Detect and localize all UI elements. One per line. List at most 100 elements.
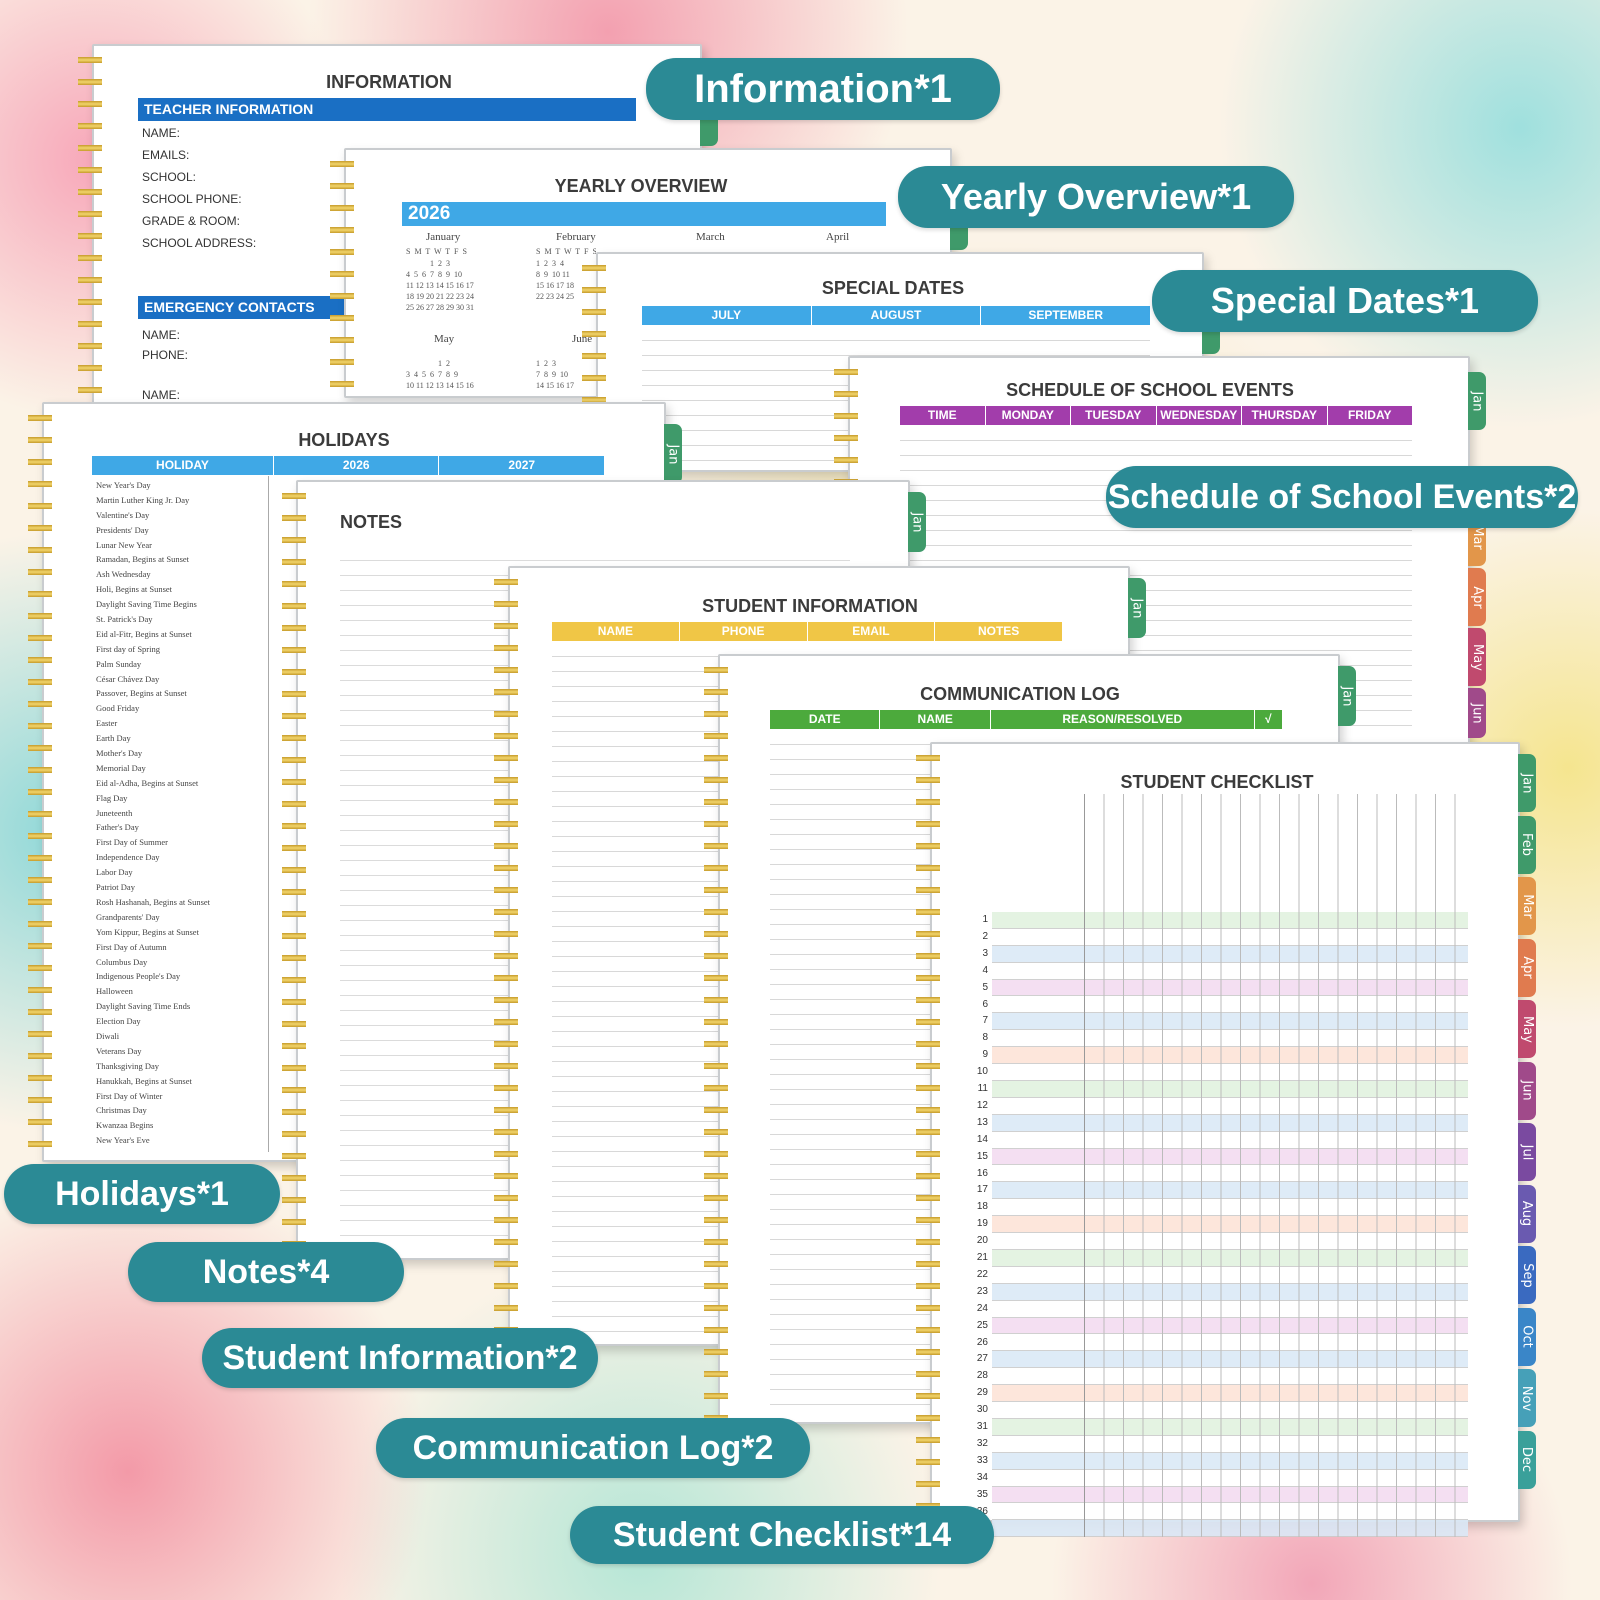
- month-name: January: [426, 231, 461, 243]
- month-tab-jul[interactable]: Jul: [1518, 1123, 1536, 1181]
- month-tab-jan[interactable]: Jan: [908, 492, 926, 552]
- info-field-label: SCHOOL PHONE:: [142, 192, 242, 206]
- spiral-binding: [78, 46, 102, 402]
- month-tab-oct[interactable]: Oct: [1518, 1307, 1536, 1366]
- holiday-item: Eid al-Adha, Begins at Sunset: [96, 777, 199, 788]
- column-header: NAME: [552, 622, 680, 641]
- row-number: 16: [976, 1167, 988, 1179]
- month-tab-jan[interactable]: Jan: [1128, 578, 1146, 638]
- holiday-item: Eid al-Fitr, Begins at Sunset: [96, 628, 192, 639]
- month-tab-jun[interactable]: Jun: [1468, 688, 1486, 738]
- row-number: 11: [977, 1083, 988, 1094]
- page-title: COMMUNICATION LOG: [920, 684, 1120, 704]
- column-header: NAME: [880, 710, 991, 729]
- calendar-week: 1 2: [406, 359, 450, 368]
- emergency-field-label: PHONE:: [142, 348, 189, 362]
- month-tab-mar[interactable]: Mar: [1518, 877, 1536, 935]
- month-tab-aug[interactable]: Aug: [1518, 1184, 1536, 1243]
- holiday-item: Father's Day: [96, 822, 139, 833]
- column-header: PHONE: [680, 622, 808, 641]
- month-tab-sep[interactable]: Sep: [1518, 1246, 1536, 1304]
- row-number: 28: [976, 1370, 988, 1382]
- page-title: INFORMATION: [326, 72, 452, 92]
- month-tab-jun[interactable]: Jun: [1518, 1061, 1536, 1120]
- column-header: JULY: [642, 306, 812, 325]
- month-tab-dec[interactable]: Dec: [1518, 1430, 1536, 1489]
- calendar-week: 25 26 27 28 29 30 31: [406, 303, 474, 312]
- month-tab-may[interactable]: May: [1518, 1000, 1536, 1058]
- holiday-item: Presidents' Day: [96, 524, 149, 535]
- info-field-label: SCHOOL:: [142, 170, 197, 184]
- holiday-item: Halloween: [96, 986, 133, 997]
- holiday-item: Valentine's Day: [96, 509, 150, 520]
- row-number: 23: [976, 1285, 988, 1297]
- row-number: 34: [976, 1471, 988, 1483]
- holiday-item: Daylight Saving Time Begins: [96, 599, 197, 610]
- holiday-item: Palm Sunday: [96, 658, 142, 669]
- label-special-dates: Special Dates*1: [1152, 270, 1538, 332]
- column-header: WEDNESDAY: [1157, 406, 1242, 425]
- row-number: 3: [982, 947, 988, 959]
- label-information: Information*1: [646, 58, 1000, 120]
- calendar-week: 3 4 5 6 7 8 9: [406, 370, 458, 379]
- month-tab-label: Nov: [1519, 1385, 1535, 1411]
- month-tab-label: Dec: [1519, 1446, 1535, 1473]
- page-title: HOLIDAYS: [298, 430, 390, 450]
- holiday-item: Election Day: [96, 1016, 141, 1027]
- schedule-header: TIME MONDAY TUESDAY WEDNESDAY THURSDAY FRIDAY: [900, 406, 1412, 425]
- row-number: 12: [976, 1099, 988, 1111]
- spiral-binding: [28, 404, 52, 1160]
- teacher-info-header: TEACHER INFORMATION: [138, 98, 636, 121]
- month-tab-apr[interactable]: Apr: [1468, 568, 1486, 626]
- special-dates-header: JULY AUGUST SEPTEMBER: [642, 306, 1150, 325]
- spiral-binding: [916, 744, 940, 1520]
- month-tab-jan[interactable]: Jan: [1518, 754, 1536, 812]
- month-tab-label: Apr: [1469, 585, 1485, 609]
- page-title: NOTES: [340, 512, 403, 532]
- row-number: 2: [982, 930, 988, 942]
- month-tab-label: Mar: [1469, 524, 1485, 550]
- label-student-checklist: Student Checklist*14: [570, 1506, 994, 1564]
- row-number: 7: [982, 1015, 988, 1027]
- month-tab-jan[interactable]: Jan: [664, 424, 682, 484]
- holiday-item: First Day of Autumn: [96, 941, 167, 952]
- row-number: 9: [982, 1049, 988, 1061]
- row-number: 13: [976, 1116, 988, 1128]
- holiday-item: Christmas Day: [96, 1105, 147, 1116]
- checklist-grid: 1 2 3 4 5 6 7 8 9 10 11 12 13 14 15 16 17 18 19 20 21 22 23 24 2…: [950, 794, 1470, 1538]
- column-header: AUGUST: [812, 306, 982, 325]
- calendar-week: 18 19 20 21 22 23 24: [406, 292, 474, 301]
- column-header: 2026: [274, 456, 440, 475]
- row-number: 10: [976, 1066, 988, 1078]
- holiday-item: Patriot Day: [96, 882, 135, 893]
- month-tab-apr[interactable]: Apr: [1518, 938, 1536, 997]
- holiday-item: New Year's Eve: [96, 1135, 150, 1146]
- holiday-item: Memorial Day: [96, 762, 146, 773]
- holiday-column-divider: [268, 476, 269, 1152]
- calendar-week: 22 23 24 25: [536, 292, 574, 301]
- holiday-item: Columbus Day: [96, 956, 148, 967]
- row-number: 6: [982, 998, 988, 1010]
- month-tab-feb[interactable]: Feb: [1518, 815, 1536, 874]
- row-number: 26: [976, 1336, 988, 1348]
- column-header: TIME: [900, 406, 986, 425]
- label-notes: Notes*4: [128, 1242, 404, 1302]
- emergency-field-label: NAME:: [142, 388, 181, 402]
- month-tab-may[interactable]: May: [1468, 628, 1486, 686]
- row-number: 24: [976, 1302, 988, 1314]
- month-tab-label: May: [1469, 643, 1485, 671]
- month-tab-label: Jun: [1519, 1080, 1535, 1101]
- month-tab-jan[interactable]: Jan: [1338, 666, 1356, 726]
- row-number: 29: [976, 1387, 988, 1399]
- row-number: 20: [976, 1235, 988, 1247]
- info-field-label: NAME:: [142, 126, 181, 140]
- row-number: 32: [976, 1437, 988, 1449]
- month-tab-jan[interactable]: Jan: [1468, 372, 1486, 430]
- holiday-item: Hanukkah, Begins at Sunset: [96, 1075, 192, 1086]
- calendar-week: 1 2 3: [536, 359, 556, 368]
- holiday-item: Diwali: [96, 1030, 120, 1041]
- row-number: 14: [976, 1133, 988, 1145]
- holiday-item: Easter: [96, 718, 118, 729]
- month-tab-nov[interactable]: Nov: [1518, 1369, 1536, 1427]
- column-header: NOTES: [977, 624, 1020, 638]
